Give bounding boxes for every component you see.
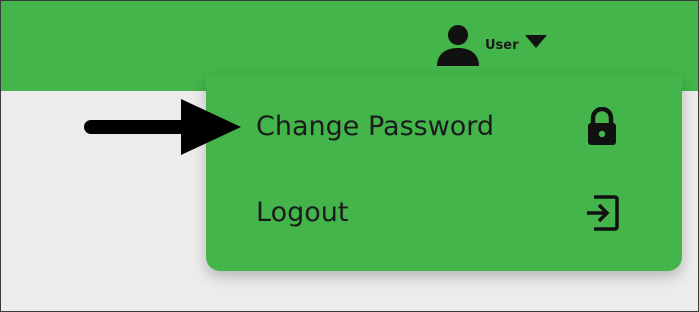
arrow-right-icon	[84, 99, 241, 155]
user-dropdown-menu: Change Password Logout	[206, 75, 682, 271]
logout-icon	[587, 195, 619, 231]
logout-menu-item[interactable]: Logout	[206, 175, 682, 255]
user-menu-toggle[interactable]: User	[435, 23, 547, 67]
change-password-menu-item[interactable]: Change Password	[206, 89, 682, 169]
user-icon	[437, 25, 479, 66]
caret-down-icon	[524, 35, 547, 48]
user-label: User	[485, 37, 519, 53]
lock-icon	[588, 107, 616, 145]
change-password-label: Change Password	[256, 111, 495, 142]
app-window: User Change Password Logout	[0, 0, 699, 312]
logout-label: Logout	[256, 197, 349, 228]
